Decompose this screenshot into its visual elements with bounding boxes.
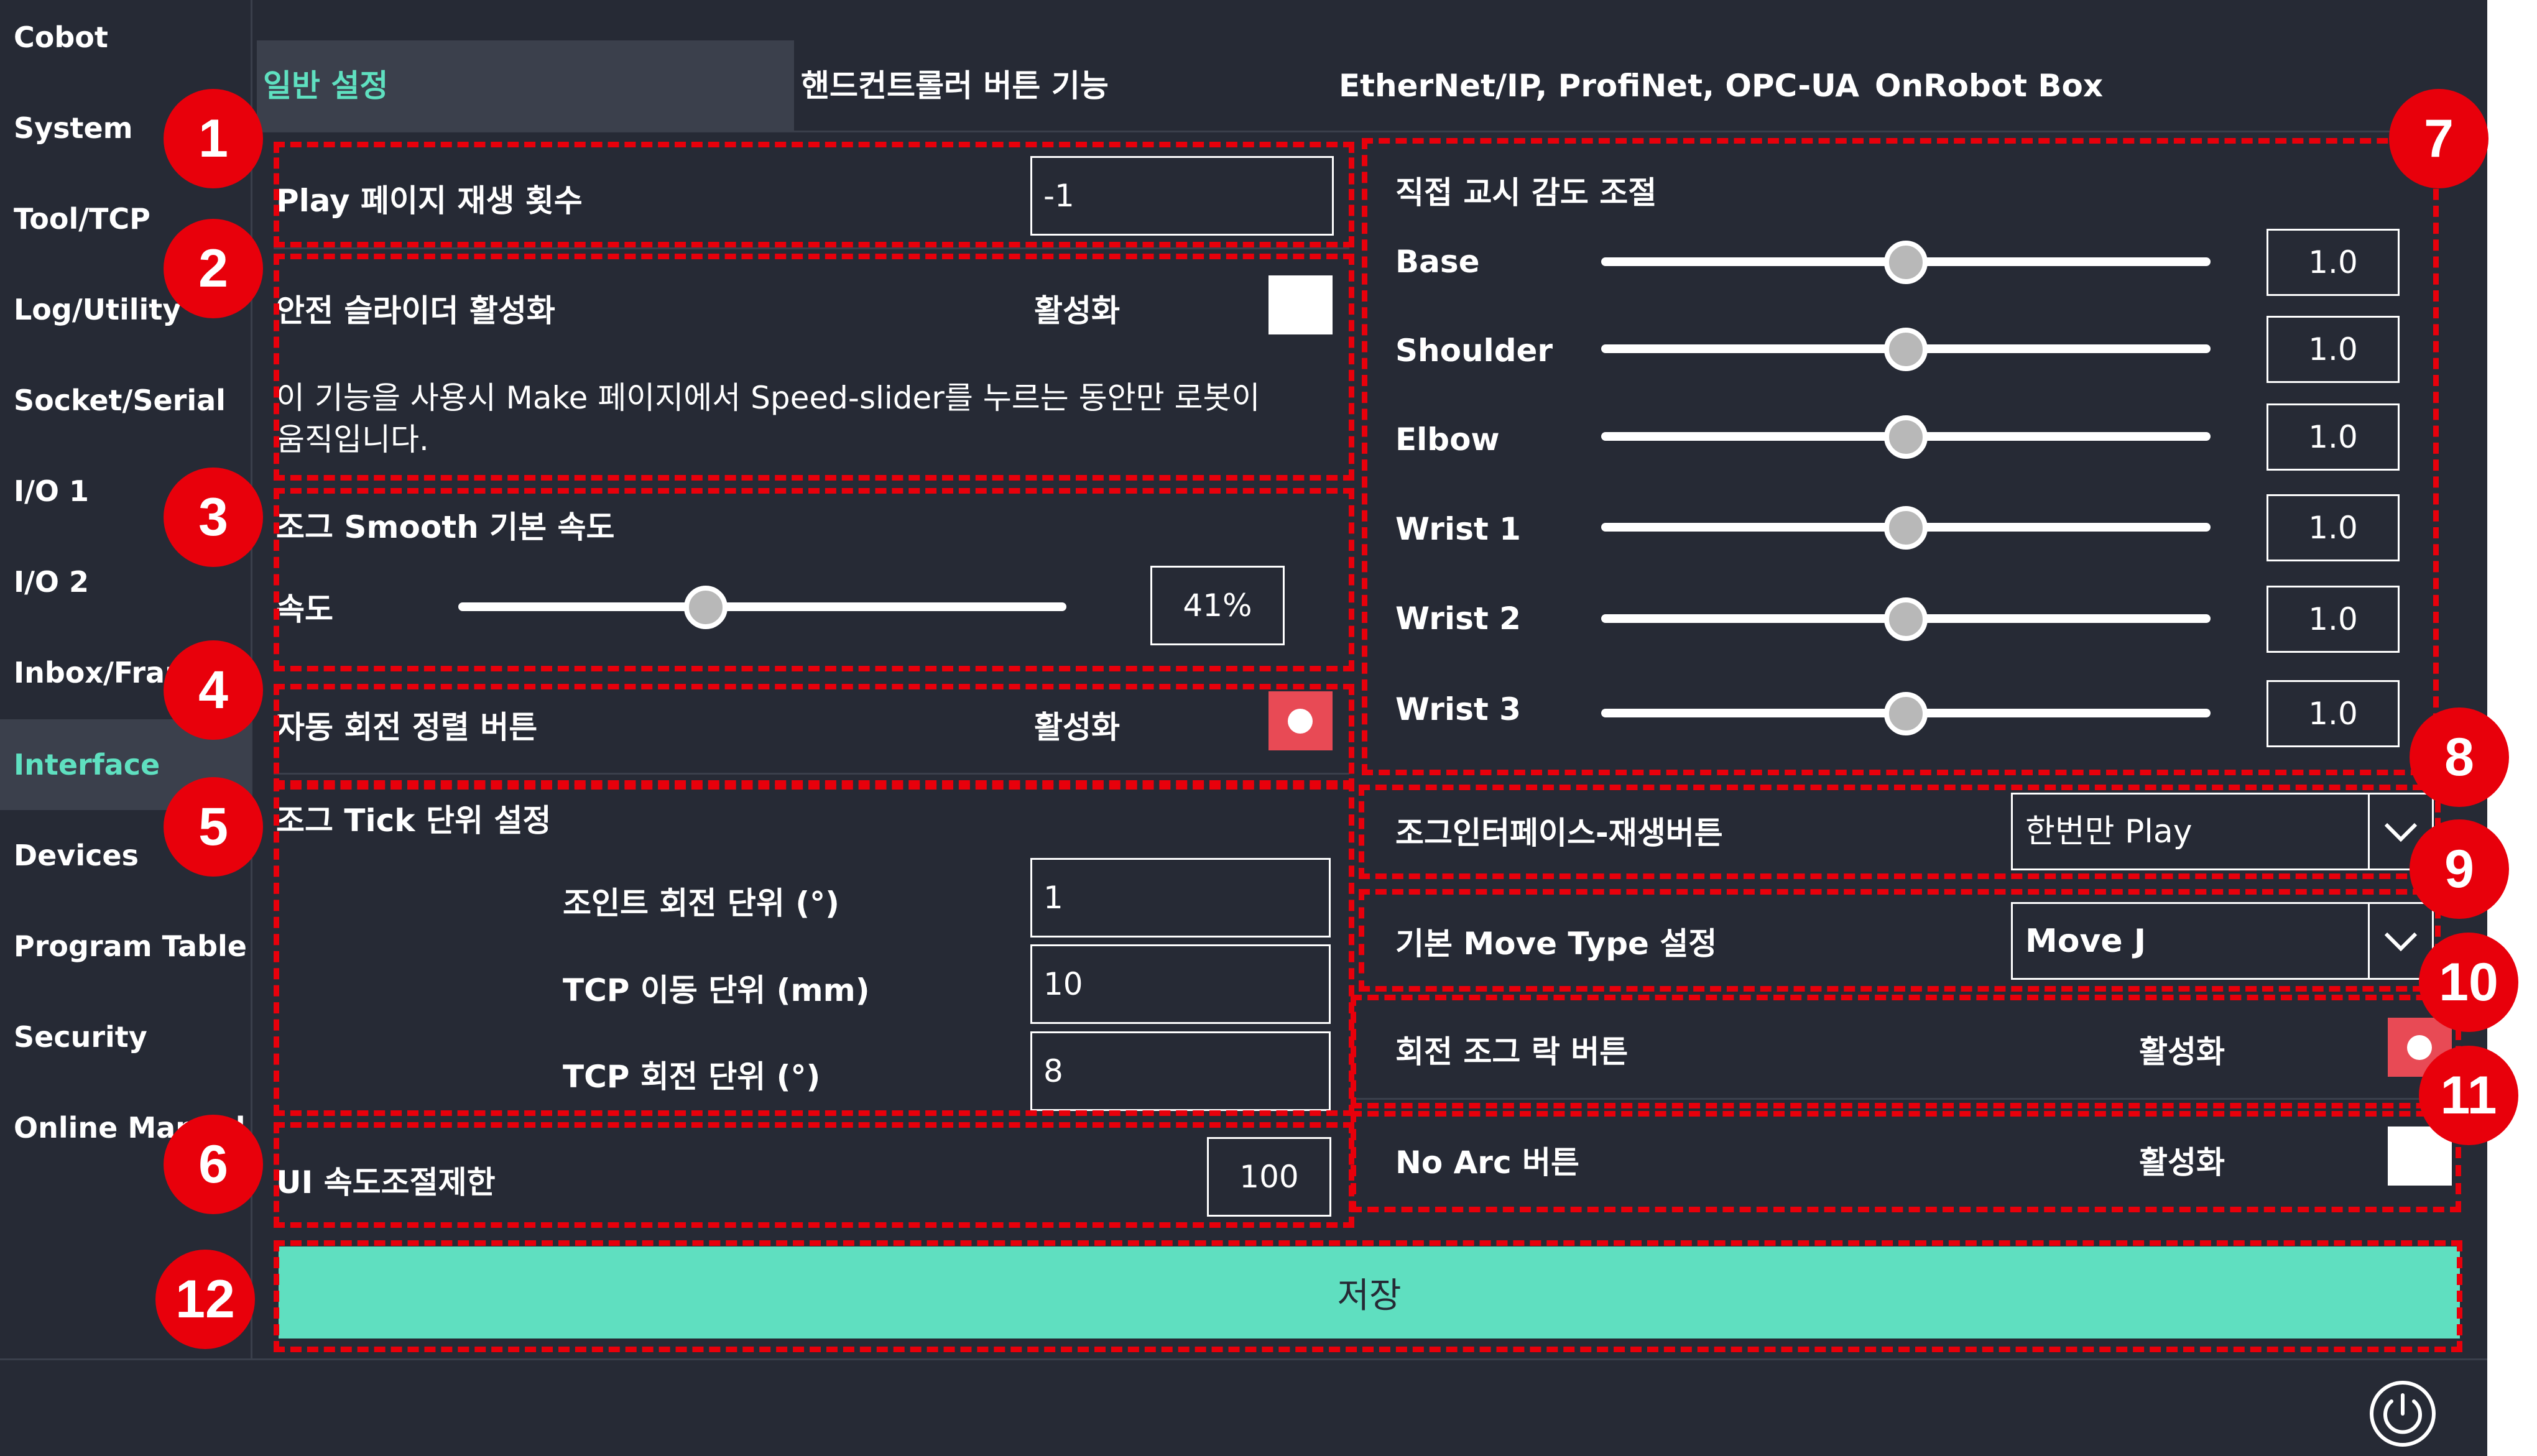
annotation-badge-3: 3: [164, 468, 263, 567]
annotation-badge-6: 6: [164, 1115, 263, 1214]
annotation-badge-12: 12: [155, 1250, 255, 1349]
annotation-box-10: [1351, 995, 2461, 1108]
annotation-box-1: [274, 142, 1354, 247]
sidebar-item-program-table[interactable]: Program Table: [0, 901, 251, 992]
annotation-badge-7: 7: [2389, 89, 2488, 188]
annotation-badge-11: 11: [2419, 1046, 2518, 1145]
annotation-badge-10: 10: [2419, 933, 2518, 1032]
tab-general-settings[interactable]: 일반 설정: [257, 40, 794, 132]
tab-ethernet-ip[interactable]: EtherNet/IP, ProfiNet, OPC-UA: [1339, 40, 1859, 132]
annotation-box-7: [1362, 138, 2439, 775]
tab-hand-controller-buttons[interactable]: 핸드컨트롤러 버튼 기능: [801, 40, 1109, 132]
annotation-box-4: [274, 684, 1354, 790]
annotation-badge-4: 4: [164, 640, 263, 740]
annotation-box-11: [1351, 1111, 2461, 1212]
annotation-box-9: [1359, 889, 2441, 992]
annotation-badge-9: 9: [2410, 819, 2509, 919]
sidebar-item-socket-serial[interactable]: Socket/Serial: [0, 355, 251, 446]
annotation-box-2: [274, 254, 1354, 481]
sidebar-item-cobot[interactable]: Cobot: [0, 0, 251, 83]
annotation-box-5: [274, 780, 1354, 1116]
tab-divider: [251, 131, 2487, 132]
annotation-box-8: [1359, 785, 2441, 879]
annotation-badge-8: 8: [2410, 707, 2509, 807]
power-icon[interactable]: [2368, 1379, 2438, 1449]
sidebar-item-security[interactable]: Security: [0, 992, 251, 1082]
annotation-badge-5: 5: [164, 777, 263, 877]
annotation-badge-1: 1: [164, 89, 263, 188]
tab-bar: 일반 설정 핸드컨트롤러 버튼 기능 EtherNet/IP, ProfiNet…: [251, 0, 2487, 132]
divider: [274, 247, 1349, 249]
annotation-box-3: [274, 488, 1354, 671]
bottom-bar: [0, 1358, 2487, 1456]
annotation-box-6: [274, 1122, 1354, 1228]
tab-onrobot-box[interactable]: OnRobot Box: [1875, 40, 2103, 132]
annotation-badge-2: 2: [164, 219, 263, 318]
annotation-box-12: [274, 1240, 2462, 1352]
